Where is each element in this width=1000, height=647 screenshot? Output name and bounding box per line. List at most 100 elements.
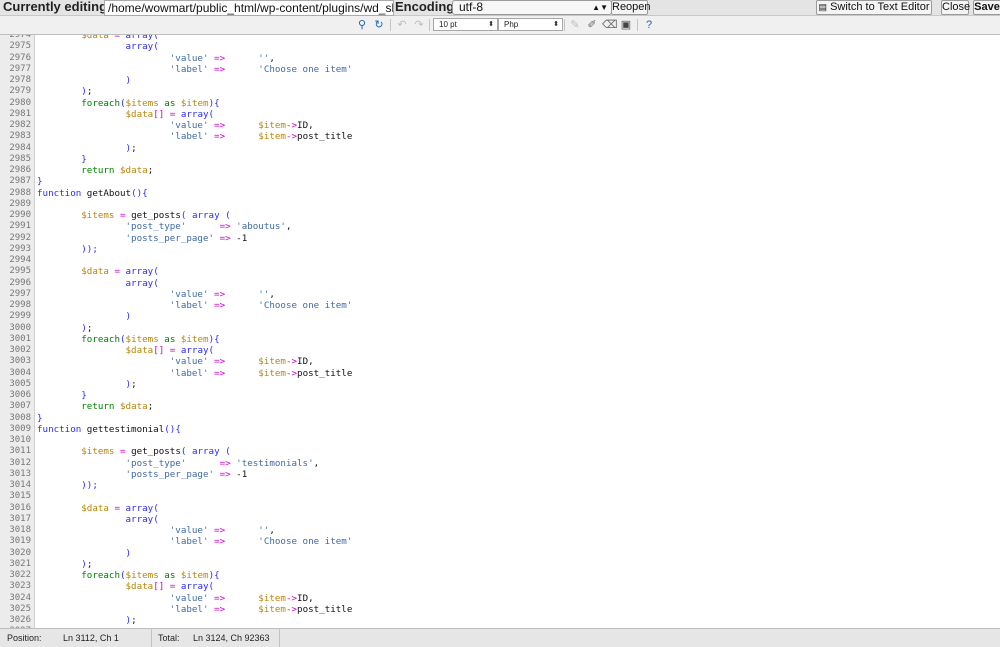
code-line[interactable]: 3021 );: [0, 559, 1000, 570]
code-token: array: [180, 581, 209, 593]
code-line[interactable]: 2979 );: [0, 86, 1000, 97]
code-line[interactable]: 3010: [0, 435, 1000, 446]
code-token: '': [258, 288, 270, 300]
total-label: Total:: [158, 633, 180, 643]
position-label: Position:: [7, 633, 42, 643]
code-line[interactable]: 2989: [0, 199, 1000, 210]
code-line[interactable]: 3026 );: [0, 615, 1000, 626]
code-line[interactable]: 2998 'label' => 'Choose one item': [0, 300, 1000, 311]
code-token: =>: [208, 592, 259, 604]
line-number: 2982: [9, 120, 31, 130]
fullscreen-icon[interactable]: ▣: [619, 18, 633, 32]
code-line[interactable]: 2995 $data = array(: [0, 266, 1000, 277]
code-line[interactable]: 2975 array(: [0, 41, 1000, 52]
file-path-field[interactable]: /home/wowmart/public_html/wp-content/plu…: [104, 0, 394, 16]
code-token: 'post_type': [125, 221, 187, 233]
code-line[interactable]: 3002 $data[] = array(: [0, 345, 1000, 356]
code-line[interactable]: 2978 ): [0, 75, 1000, 86]
code-line[interactable]: 3006 }: [0, 390, 1000, 401]
code-line[interactable]: 2984 );: [0, 143, 1000, 154]
code-line[interactable]: 2987}: [0, 176, 1000, 187]
close-button[interactable]: Close: [941, 0, 970, 15]
code-line[interactable]: 2980 foreach($items as $item){: [0, 98, 1000, 109]
code-line[interactable]: 2996 array(: [0, 278, 1000, 289]
binoculars-icon[interactable]: ⚲: [355, 18, 369, 32]
code-token: getAbout: [81, 187, 132, 199]
code-line[interactable]: 2988 function getAbout(){: [0, 188, 1000, 199]
code-token: 'value': [169, 525, 209, 536]
code-line[interactable]: 3022 foreach($items as $item){: [0, 570, 1000, 581]
code-line[interactable]: 3001 foreach($items as $item){: [0, 334, 1000, 345]
code-token: ));: [81, 243, 98, 255]
code-line[interactable]: 2983 'label' => $item->post_title: [0, 131, 1000, 142]
code-token: =>: [208, 52, 259, 64]
switch-to-text-editor-button[interactable]: ▤ Switch to Text Editor: [816, 0, 932, 15]
highlight-toggle-icon[interactable]: ✎: [568, 18, 582, 32]
code-line[interactable]: 3007 return $data;: [0, 401, 1000, 412]
line-number: 2978: [9, 75, 31, 85]
font-size-select[interactable]: 10 pt ⬍: [433, 18, 498, 31]
syntax-select[interactable]: Php ⬍: [498, 18, 563, 31]
code-line[interactable]: 2994: [0, 255, 1000, 266]
code-line[interactable]: 2991 'post_type' => 'aboutus',: [0, 221, 1000, 232]
code-token: ;: [86, 558, 93, 570]
code-line[interactable]: 3017 array(: [0, 514, 1000, 525]
code-line[interactable]: 3000 );: [0, 323, 1000, 334]
code-token: 'Choose one item': [258, 63, 353, 75]
code-line[interactable]: 3024 'value' => $item->ID,: [0, 593, 1000, 604]
code-line[interactable]: 3008}: [0, 413, 1000, 424]
code-text: array(: [37, 41, 159, 52]
encoding-select[interactable]: utf-8 ▲▼: [452, 0, 612, 15]
code-line[interactable]: 2992 'posts_per_page' => -1: [0, 233, 1000, 244]
reopen-button[interactable]: Reopen: [611, 0, 651, 15]
code-line[interactable]: 3009 function gettestimonial(){: [0, 424, 1000, 435]
go-to-line-icon[interactable]: ↻: [372, 18, 386, 32]
code-line[interactable]: 3020 ): [0, 548, 1000, 559]
reset-highlight-icon[interactable]: ✐: [585, 18, 599, 32]
eraser-icon[interactable]: ⌫: [602, 18, 618, 32]
line-number: 3014: [9, 480, 31, 490]
code-line[interactable]: 2986 return $data;: [0, 165, 1000, 176]
code-line[interactable]: 2976 'value' => '',: [0, 53, 1000, 64]
code-line[interactable]: 2985 }: [0, 154, 1000, 165]
code-line[interactable]: 3018 'value' => '',: [0, 525, 1000, 536]
code-line[interactable]: 2999 ): [0, 311, 1000, 322]
code-line[interactable]: 3004 'label' => $item->post_title: [0, 368, 1000, 379]
select-arrows-icon: ▲▼: [592, 3, 608, 12]
undo-icon[interactable]: ↶: [395, 18, 409, 32]
line-number: 3016: [9, 502, 31, 513]
code-line[interactable]: 2977 'label' => 'Choose one item': [0, 64, 1000, 75]
code-line[interactable]: 3025 'label' => $item->post_title: [0, 604, 1000, 615]
code-line[interactable]: 2997 'value' => '',: [0, 289, 1000, 300]
code-token: 'value': [169, 52, 209, 64]
redo-icon[interactable]: ↷: [412, 18, 426, 32]
code-line[interactable]: 2993 ));: [0, 244, 1000, 255]
code-line[interactable]: 3015: [0, 491, 1000, 502]
code-line[interactable]: 2990 $items = get_posts( array (: [0, 210, 1000, 221]
code-text: }: [37, 413, 43, 424]
code-line[interactable]: 2982 'value' => $item->ID,: [0, 120, 1000, 131]
code-token: array: [180, 345, 209, 356]
code-line[interactable]: 3014 ));: [0, 480, 1000, 491]
help-icon[interactable]: ?: [642, 18, 656, 32]
code-line[interactable]: 2981 $data[] = array(: [0, 109, 1000, 120]
code-line[interactable]: 3012 'post_type' => 'testimonials',: [0, 458, 1000, 469]
code-line[interactable]: 3016 $data = array(: [0, 503, 1000, 514]
code-line[interactable]: 3011 $items = get_posts( array (: [0, 446, 1000, 457]
code-line[interactable]: 3013 'posts_per_page' => -1: [0, 469, 1000, 480]
save-button[interactable]: Save: [973, 0, 1000, 15]
code-line[interactable]: 3023 $data[] = array(: [0, 581, 1000, 592]
code-line[interactable]: 3019 'label' => 'Choose one item': [0, 536, 1000, 547]
line-number: 3010: [9, 435, 31, 445]
code-editor[interactable]: 2974 $data = array(2975 array(2976 'valu…: [0, 35, 1000, 628]
line-number: 2989: [9, 198, 31, 209]
code-line[interactable]: 3003 'value' => $item->ID,: [0, 356, 1000, 367]
code-line[interactable]: 3005 );: [0, 379, 1000, 390]
